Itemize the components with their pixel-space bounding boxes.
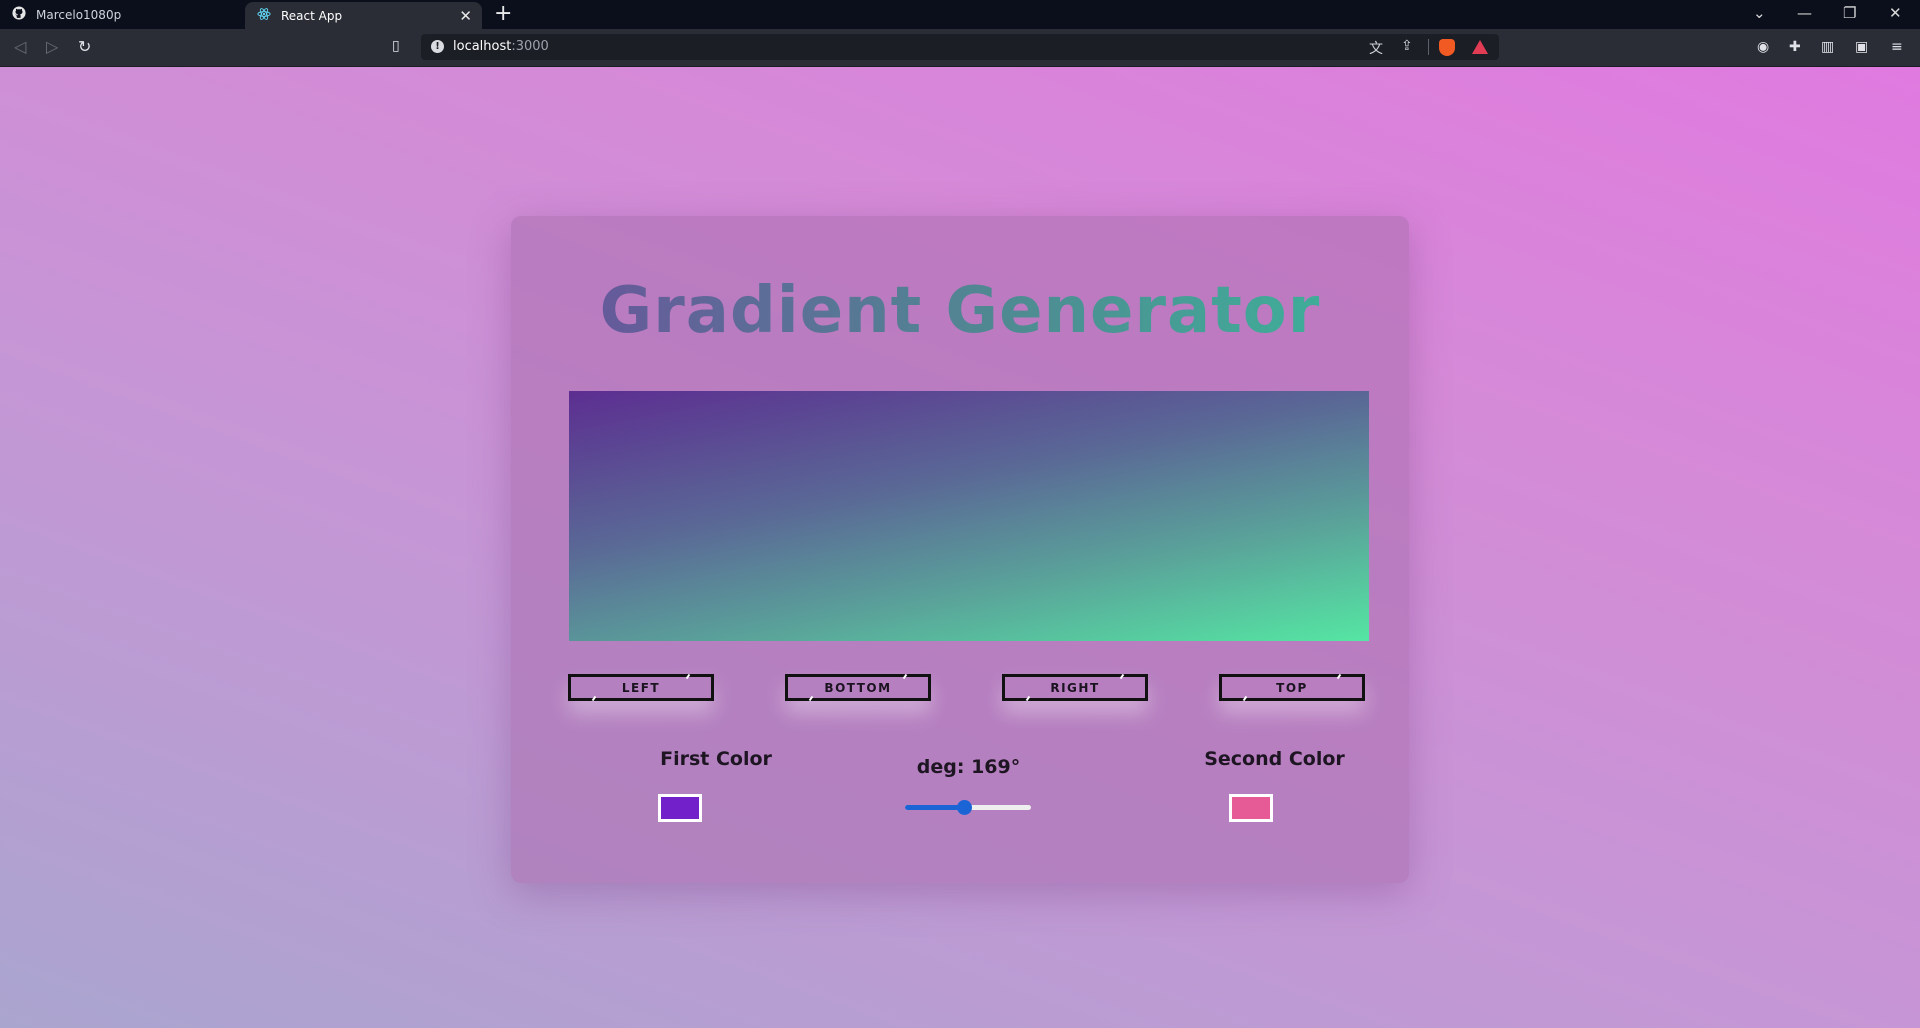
brave-rewards-icon[interactable] <box>1472 40 1488 54</box>
url-text: localhost:3000 <box>453 39 549 54</box>
generator-card: Gradient Generator LEFT BOTTOM RIGHT TOP… <box>511 216 1409 883</box>
site-info-icon[interactable]: ! <box>431 40 444 53</box>
translate-icon[interactable]: 文 <box>1369 38 1383 58</box>
extensions-puzzle-icon[interactable]: ✚ <box>1789 39 1801 55</box>
minimize-icon[interactable]: — <box>1797 4 1812 22</box>
page-background: Gradient Generator LEFT BOTTOM RIGHT TOP… <box>0 67 1920 1028</box>
tab-search-chevron-icon[interactable]: ⌄ <box>1753 4 1766 22</box>
divider <box>1428 39 1429 55</box>
bookmark-icon[interactable]: ▯ <box>392 38 400 54</box>
github-icon <box>12 6 26 23</box>
second-color-label: Second Color <box>1204 748 1345 770</box>
bottom-button[interactable]: BOTTOM <box>785 674 931 701</box>
extension-avatar-icon[interactable]: ◉ <box>1757 39 1769 55</box>
page-title: Gradient Generator <box>511 274 1409 348</box>
slider-thumb[interactable] <box>957 800 973 815</box>
tab-github[interactable]: Marcelo1080p <box>0 0 243 29</box>
slider-fill <box>905 805 965 810</box>
tab-react-app[interactable]: React App ✕ <box>245 2 482 29</box>
restore-icon[interactable]: ❐ <box>1843 4 1856 22</box>
forward-icon[interactable]: ▷ <box>46 37 58 56</box>
close-window-icon[interactable]: ✕ <box>1889 4 1902 22</box>
address-bar[interactable]: ! localhost:3000 文 ⇪ <box>421 34 1499 60</box>
url-port: :3000 <box>511 39 549 54</box>
reload-icon[interactable]: ↻ <box>78 37 91 56</box>
back-icon[interactable]: ◁ <box>14 37 26 56</box>
react-icon <box>257 7 271 24</box>
tab-title: React App <box>281 8 343 23</box>
share-icon[interactable]: ⇪ <box>1401 38 1413 54</box>
deg-slider[interactable] <box>905 799 1031 817</box>
menu-icon[interactable]: ≡ <box>1891 39 1903 55</box>
brave-shields-icon[interactable] <box>1439 39 1455 56</box>
deg-label: deg: 169° <box>916 756 1021 778</box>
wallet-icon[interactable]: ▣ <box>1855 39 1868 55</box>
second-color-picker[interactable] <box>1229 794 1273 822</box>
close-tab-icon[interactable]: ✕ <box>459 7 472 25</box>
new-tab-icon[interactable]: + <box>494 2 512 26</box>
sidebar-icon[interactable]: ▥ <box>1821 39 1834 55</box>
browser-tab-bar: Marcelo1080p React App ✕ + ⌄ — ❐ ✕ <box>0 0 1920 29</box>
left-button[interactable]: LEFT <box>568 674 714 701</box>
gradient-preview <box>569 391 1369 641</box>
url-host: localhost <box>453 39 512 54</box>
first-color-picker[interactable] <box>658 794 702 822</box>
browser-toolbar: ◁ ▷ ↻ ▯ ! localhost:3000 文 ⇪ ◉ ✚ ▥ ▣ ≡ <box>0 29 1920 67</box>
tab-title: Marcelo1080p <box>36 7 122 22</box>
right-button[interactable]: RIGHT <box>1002 674 1148 701</box>
first-color-label: First Color <box>660 748 772 770</box>
top-button[interactable]: TOP <box>1219 674 1365 701</box>
